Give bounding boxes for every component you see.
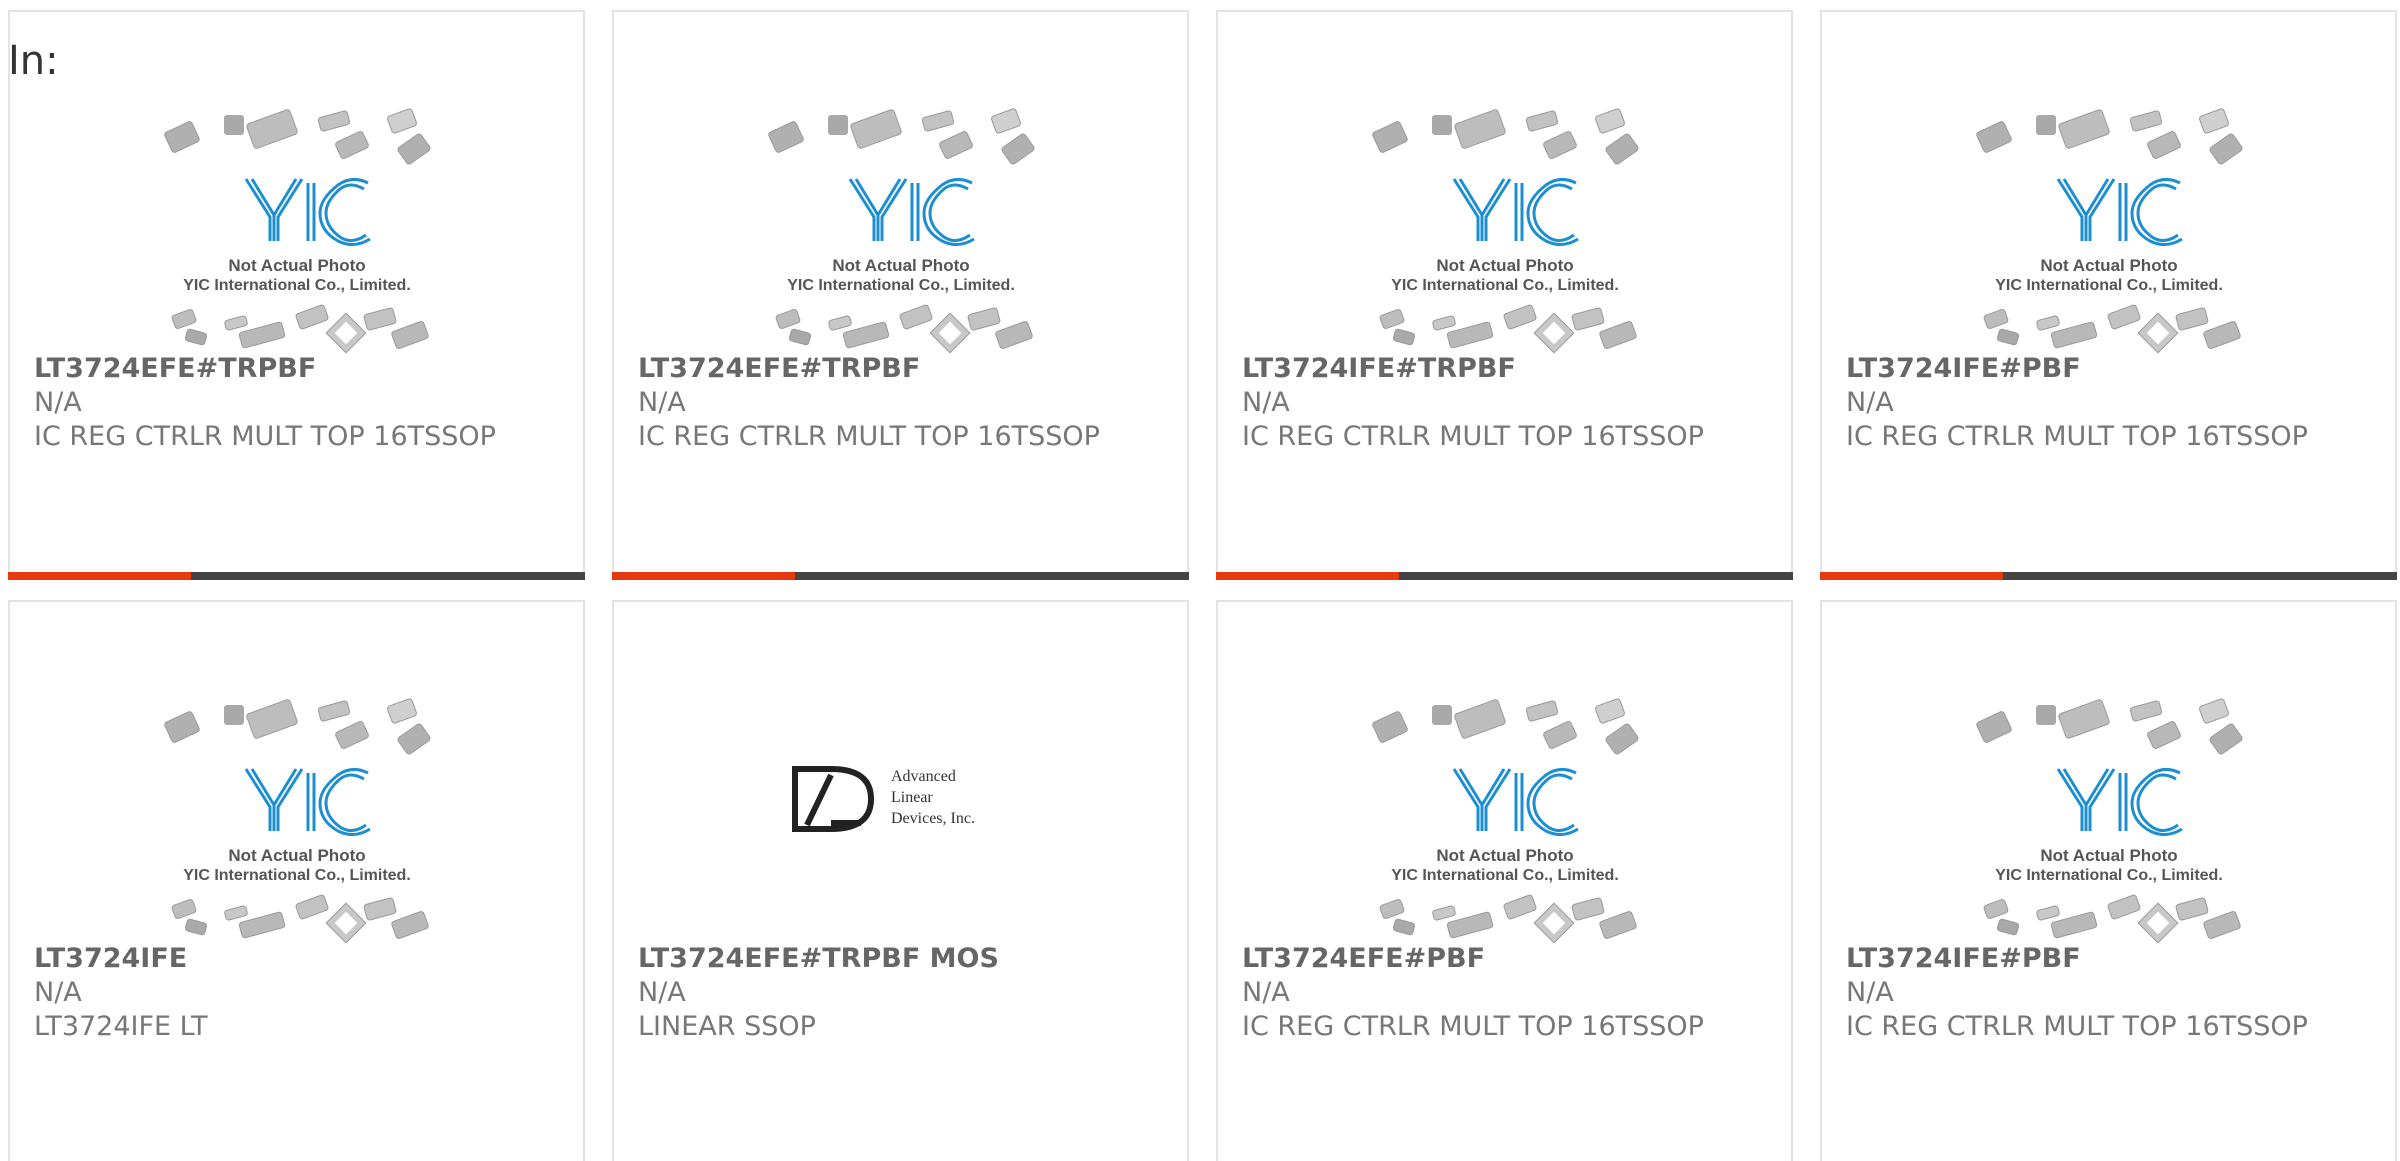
card-accent bbox=[612, 572, 795, 580]
product-card[interactable]: Not Actual Photo YIC International Co., … bbox=[8, 10, 585, 580]
description: IC REG CTRLR MULT TOP 16TSSOP bbox=[1846, 421, 2308, 452]
card-accent bbox=[8, 572, 191, 580]
description: LT3724IFE LT bbox=[34, 1011, 208, 1042]
svg-text:Not Actual Photo: Not Actual Photo bbox=[228, 256, 365, 275]
product-info: LT3724EFE#PBF N/A IC REG CTRLR MULT TOP … bbox=[1242, 942, 1772, 1044]
card-accent bbox=[1216, 572, 1399, 580]
product-image[interactable]: Advanced Linear Devices, Inc. bbox=[614, 687, 1187, 947]
card-accent bbox=[1820, 572, 2003, 580]
product-image[interactable]: Not Actual Photo YIC International Co., … bbox=[1822, 687, 2395, 947]
svg-text:Advanced: Advanced bbox=[891, 768, 956, 785]
product-grid-page: Not Actual Photo YIC International Co., … bbox=[0, 0, 2400, 1161]
svg-text:YIC International Co., Limited: YIC International Co., Limited. bbox=[1391, 867, 1619, 884]
part-number[interactable]: LT3724IFE bbox=[34, 942, 564, 976]
product-card[interactable]: Not Actual Photo YIC International Co., … bbox=[1820, 600, 2397, 1161]
product-info: LT3724IFE#PBF N/A IC REG CTRLR MULT TOP … bbox=[1846, 942, 2376, 1044]
card-bottom-bar bbox=[612, 572, 1189, 580]
product-info: LT3724IFE#PBF N/A IC REG CTRLR MULT TOP … bbox=[1846, 352, 2376, 454]
svg-text:Not Actual Photo: Not Actual Photo bbox=[228, 846, 365, 865]
product-image[interactable]: Not Actual Photo YIC International Co., … bbox=[1218, 687, 1791, 947]
product-info: LT3724EFE#TRPBF MOS N/A LINEAR SSOP bbox=[638, 942, 1168, 1044]
yic-placeholder-icon: Not Actual Photo YIC International Co., … bbox=[1371, 108, 1639, 354]
manufacturer: N/A bbox=[1846, 977, 1894, 1008]
part-number[interactable]: LT3724EFE#TRPBF MOS bbox=[638, 942, 1168, 976]
page-label: In: bbox=[8, 38, 59, 84]
product-card[interactable]: Not Actual Photo YIC International Co., … bbox=[1216, 600, 1793, 1161]
card-bottom-bar bbox=[8, 572, 585, 580]
part-number[interactable]: LT3724IFE#TRPBF bbox=[1242, 352, 1772, 386]
product-info: LT3724EFE#TRPBF N/A IC REG CTRLR MULT TO… bbox=[638, 352, 1168, 454]
svg-text:YIC International Co., Limited: YIC International Co., Limited. bbox=[1995, 277, 2223, 294]
svg-text:Not Actual Photo: Not Actual Photo bbox=[832, 256, 969, 275]
part-number[interactable]: LT3724IFE#PBF bbox=[1846, 942, 2376, 976]
manufacturer: N/A bbox=[34, 977, 82, 1008]
description: IC REG CTRLR MULT TOP 16TSSOP bbox=[638, 421, 1100, 452]
product-card[interactable]: Not Actual Photo YIC International Co., … bbox=[1820, 10, 2397, 580]
product-card[interactable]: Not Actual Photo YIC International Co., … bbox=[1216, 10, 1793, 580]
yic-placeholder-icon: Not Actual Photo YIC International Co., … bbox=[163, 698, 431, 944]
product-card[interactable]: Advanced Linear Devices, Inc. LT3724EFE#… bbox=[612, 600, 1189, 1161]
svg-text:Devices, Inc.: Devices, Inc. bbox=[891, 810, 975, 827]
svg-text:Not Actual Photo: Not Actual Photo bbox=[1436, 846, 1573, 865]
manufacturer: N/A bbox=[1242, 977, 1290, 1008]
product-grid: Not Actual Photo YIC International Co., … bbox=[0, 0, 2400, 1161]
part-number[interactable]: LT3724EFE#TRPBF bbox=[34, 352, 564, 386]
svg-text:YIC International Co., Limited: YIC International Co., Limited. bbox=[183, 867, 411, 884]
svg-text:YIC International Co., Limited: YIC International Co., Limited. bbox=[1391, 277, 1619, 294]
card-bottom-bar bbox=[1216, 572, 1793, 580]
product-card[interactable]: Not Actual Photo YIC International Co., … bbox=[8, 600, 585, 1161]
svg-text:YIC International Co., Limited: YIC International Co., Limited. bbox=[787, 277, 1015, 294]
description: LINEAR SSOP bbox=[638, 1011, 816, 1042]
product-image[interactable]: Not Actual Photo YIC International Co., … bbox=[10, 687, 583, 947]
svg-text:Not Actual Photo: Not Actual Photo bbox=[2040, 846, 2177, 865]
product-image[interactable]: Not Actual Photo YIC International Co., … bbox=[1218, 97, 1791, 357]
product-info: LT3724EFE#TRPBF N/A IC REG CTRLR MULT TO… bbox=[34, 352, 564, 454]
part-number[interactable]: LT3724EFE#PBF bbox=[1242, 942, 1772, 976]
product-image[interactable]: Not Actual Photo YIC International Co., … bbox=[10, 97, 583, 357]
yic-placeholder-icon: Not Actual Photo YIC International Co., … bbox=[163, 108, 431, 354]
svg-text:Not Actual Photo: Not Actual Photo bbox=[2040, 256, 2177, 275]
manufacturer: N/A bbox=[638, 977, 686, 1008]
product-card[interactable]: Not Actual Photo YIC International Co., … bbox=[612, 10, 1189, 580]
manufacturer: N/A bbox=[638, 387, 686, 418]
product-image[interactable]: Not Actual Photo YIC International Co., … bbox=[614, 97, 1187, 357]
svg-text:Linear: Linear bbox=[891, 789, 933, 806]
svg-text:Not Actual Photo: Not Actual Photo bbox=[1436, 256, 1573, 275]
svg-text:YIC International Co., Limited: YIC International Co., Limited. bbox=[183, 277, 411, 294]
manufacturer: N/A bbox=[34, 387, 82, 418]
yic-placeholder-icon: Not Actual Photo YIC International Co., … bbox=[1975, 698, 2243, 944]
yic-placeholder-icon: Not Actual Photo YIC International Co., … bbox=[1975, 108, 2243, 354]
product-info: LT3724IFE#TRPBF N/A IC REG CTRLR MULT TO… bbox=[1242, 352, 1772, 454]
product-info: LT3724IFE N/A LT3724IFE LT bbox=[34, 942, 564, 1044]
advanced-linear-devices-logo: Advanced Linear Devices, Inc. bbox=[791, 766, 975, 832]
manufacturer: N/A bbox=[1846, 387, 1894, 418]
description: IC REG CTRLR MULT TOP 16TSSOP bbox=[34, 421, 496, 452]
description: IC REG CTRLR MULT TOP 16TSSOP bbox=[1242, 421, 1704, 452]
part-number[interactable]: LT3724IFE#PBF bbox=[1846, 352, 2376, 386]
part-number[interactable]: LT3724EFE#TRPBF bbox=[638, 352, 1168, 386]
yic-placeholder-icon: Not Actual Photo YIC International Co., … bbox=[1371, 698, 1639, 944]
yic-placeholder-icon: Not Actual Photo YIC International Co., … bbox=[767, 108, 1035, 354]
card-bottom-bar bbox=[1820, 572, 2397, 580]
description: IC REG CTRLR MULT TOP 16TSSOP bbox=[1846, 1011, 2308, 1042]
manufacturer: N/A bbox=[1242, 387, 1290, 418]
svg-text:YIC International Co., Limited: YIC International Co., Limited. bbox=[1995, 867, 2223, 884]
description: IC REG CTRLR MULT TOP 16TSSOP bbox=[1242, 1011, 1704, 1042]
product-image[interactable]: Not Actual Photo YIC International Co., … bbox=[1822, 97, 2395, 357]
